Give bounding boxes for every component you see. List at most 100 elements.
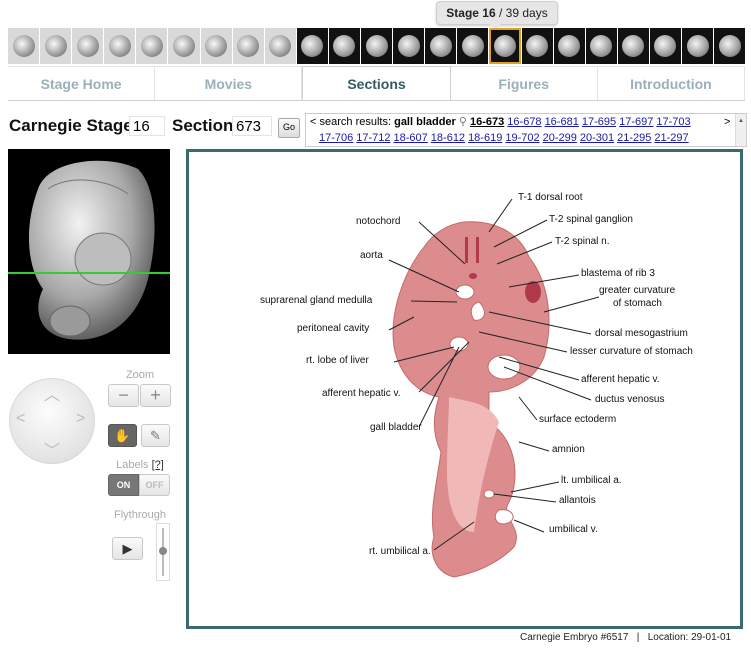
zoom-out-button[interactable]: − (108, 384, 139, 407)
annotation-label: suprarenal gland medulla (260, 295, 373, 306)
stage-label: Carnegie Stage (9, 116, 133, 135)
embryo-thumbnail-icon (558, 35, 581, 57)
stage-thumbnail[interactable] (40, 28, 72, 64)
annotation-label: umbilical v. (549, 524, 598, 535)
stage-thumbnail[interactable] (521, 28, 553, 64)
stage-thumbnail[interactable] (136, 28, 168, 64)
play-icon[interactable]: ▶ (112, 537, 143, 560)
stage-thumbnail[interactable] (617, 28, 649, 64)
stage-thumbnail[interactable] (328, 28, 361, 64)
annotation-label: amnion (552, 444, 585, 455)
pan-up-icon[interactable]: ︿ (44, 381, 60, 405)
annotation-label: T-1 dorsal root (518, 192, 583, 203)
stage-thumbnail[interactable] (168, 28, 200, 64)
embryo-3d-model (28, 160, 155, 340)
search-result-link[interactable]: 17-697 (619, 116, 653, 128)
search-result-link[interactable]: 21-295 (617, 132, 651, 144)
search-result-link[interactable]: 17-695 (582, 116, 616, 128)
pan-right-icon[interactable]: > (76, 410, 85, 428)
pan-dpad[interactable]: ︿ ﹀ < > (9, 378, 95, 464)
embryo-thumbnail-icon (493, 35, 516, 57)
search-result-link[interactable]: 16-678 (507, 116, 541, 128)
tab-sections[interactable]: Sections (302, 66, 451, 100)
embryo-thumbnail-icon (397, 35, 420, 57)
embryo-thumbnail-icon (365, 35, 388, 57)
embryo-thumbnail-icon (269, 35, 292, 57)
embryo-thumbnail-icon (686, 35, 709, 57)
annotation-label: allantois (559, 495, 596, 506)
search-result-link[interactable]: 20-299 (543, 132, 577, 144)
embryo-thumbnail-icon (44, 35, 67, 57)
stage-thumbnail[interactable] (200, 28, 232, 64)
embryo-thumbnail-icon (140, 35, 163, 57)
stage-thumbnail[interactable] (72, 28, 104, 64)
stage-tooltip: Stage 16 / 39 days (436, 1, 558, 30)
embryo-thumbnail-icon (237, 35, 260, 57)
stage-thumbnail[interactable] (264, 28, 296, 64)
search-result-link[interactable]: 17-706 (319, 132, 353, 144)
hand-tool-icon[interactable]: ✋ (108, 424, 137, 447)
flythrough-slider-handle[interactable] (159, 547, 167, 555)
search-result-link[interactable]: 17-703 (656, 116, 690, 128)
embryo-3d-view[interactable] (8, 149, 170, 354)
stage-thumbnail[interactable] (425, 28, 457, 64)
embryo-thumbnail-icon (301, 35, 324, 57)
annotation-label: greater curvature (599, 285, 676, 296)
flythrough-slider[interactable] (156, 523, 170, 581)
labels-on-toggle[interactable]: ON (108, 474, 139, 496)
tab-stage-home[interactable]: Stage Home (8, 66, 156, 100)
zoom-label: Zoom (125, 369, 155, 381)
embryo-thumbnail-icon (108, 35, 131, 57)
results-scrollbar[interactable]: ▲▼ (735, 114, 746, 146)
search-result-link[interactable]: 16-673 (470, 116, 504, 128)
annotation-label: ductus venosus (595, 394, 665, 405)
magnifier-icon[interactable]: ⚲ (459, 116, 467, 128)
flythrough-label: Flythrough (114, 509, 166, 521)
embryo-thumbnail-icon (526, 35, 549, 57)
tab-movies[interactable]: Movies (155, 66, 303, 100)
annotation-label: surface ectoderm (539, 414, 617, 425)
stage-thumbnail[interactable] (104, 28, 136, 64)
search-result-link[interactable]: 18-612 (431, 132, 465, 144)
stage-thumbnail[interactable] (457, 28, 489, 64)
ruler-tool-icon[interactable]: ✎ (141, 424, 170, 447)
embryo-thumbnail-icon (173, 35, 196, 57)
pan-left-icon[interactable]: < (16, 410, 25, 428)
search-result-link[interactable]: 21-297 (654, 132, 688, 144)
search-result-link[interactable]: 20-301 (580, 132, 614, 144)
tab-introduction[interactable]: Introduction (597, 66, 746, 100)
stage-thumbnail[interactable] (393, 28, 425, 64)
search-result-link[interactable]: 18-619 (468, 132, 502, 144)
search-result-link[interactable]: 19-702 (505, 132, 539, 144)
labels-help-link[interactable]: [?] (152, 459, 164, 471)
search-result-link[interactable]: 18-607 (394, 132, 428, 144)
labels-off-toggle[interactable]: OFF (139, 474, 170, 496)
stage-thumbnail[interactable] (8, 28, 40, 64)
section-input[interactable] (232, 116, 272, 136)
embryo-thumbnail-icon (718, 35, 741, 57)
stage-thumbnail[interactable] (489, 28, 521, 64)
stage-thumbnail[interactable] (649, 28, 681, 64)
stage-input[interactable] (129, 116, 165, 136)
stage-thumbnail[interactable] (681, 28, 714, 64)
stage-thumbnail[interactable] (361, 28, 393, 64)
search-prefix: search results: (319, 116, 392, 128)
tooltip-days: / 39 days (495, 6, 548, 20)
prev-results-arrow[interactable]: < (310, 116, 316, 128)
annotation-label: rt. umbilical a. (369, 546, 431, 557)
stage-thumbnail[interactable] (296, 28, 328, 64)
stage-thumbnail[interactable] (714, 28, 746, 64)
search-result-link[interactable]: 16-681 (545, 116, 579, 128)
section-viewer[interactable]: T-1 dorsal root notochord T-2 spinal gan… (186, 149, 743, 629)
tooltip-stage: Stage 16 (446, 6, 496, 20)
next-results-arrow[interactable]: > (724, 115, 730, 130)
stage-thumbnail[interactable] (585, 28, 617, 64)
pan-down-icon[interactable]: ﹀ (44, 437, 60, 461)
search-result-link[interactable]: 17-712 (356, 132, 390, 144)
annotation-label: rt. lobe of liver (306, 355, 369, 366)
tab-figures[interactable]: Figures (450, 66, 598, 100)
stage-thumbnail[interactable] (232, 28, 264, 64)
zoom-in-button[interactable]: + (140, 384, 171, 407)
go-button[interactable]: Go (278, 118, 300, 138)
stage-thumbnail[interactable] (553, 28, 585, 64)
